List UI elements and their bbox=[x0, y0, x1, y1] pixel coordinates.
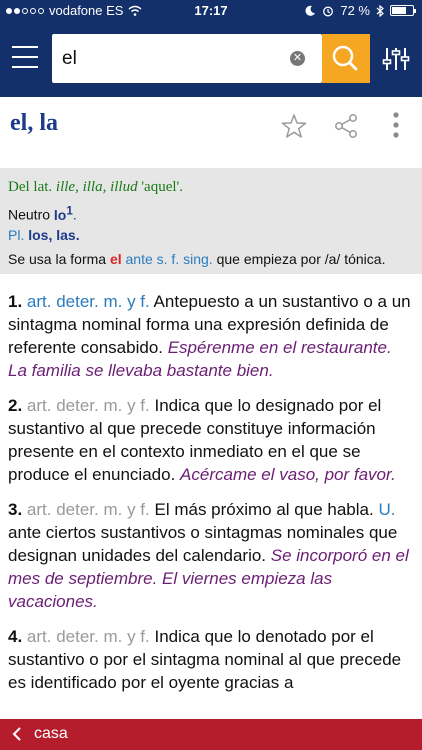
grammar-abbr[interactable]: art. deter. m. y f. bbox=[27, 500, 150, 519]
moon-icon bbox=[305, 5, 316, 16]
definition-number: 3. bbox=[8, 500, 23, 519]
neutral-label: Neutro bbox=[8, 206, 54, 223]
etymology-prefix: Del lat. bbox=[8, 179, 56, 195]
related-word-label: casa bbox=[34, 725, 68, 742]
definition-2: 2. art. deter. m. y f. Indica que lo des… bbox=[8, 394, 414, 486]
etymology-latin: ille, illa, illud bbox=[55, 179, 138, 195]
menu-icon[interactable] bbox=[12, 46, 38, 68]
grammar-abbr[interactable]: art. deter. m. y f. bbox=[27, 396, 150, 415]
definition-number: 4. bbox=[8, 627, 23, 646]
plural-line: Pl. los, las. bbox=[8, 224, 414, 248]
definition-example: Acércame el vaso, por favor. bbox=[180, 465, 396, 484]
battery-fill bbox=[392, 7, 407, 14]
star-icon[interactable] bbox=[281, 113, 307, 144]
share-icon[interactable] bbox=[333, 113, 359, 144]
plural-abbr[interactable]: Pl. bbox=[8, 227, 24, 243]
search-button[interactable] bbox=[322, 34, 370, 83]
definitions-list: 1. art. deter. m. y f. Antepuesto a un s… bbox=[8, 290, 414, 706]
related-word-bar[interactable]: casa bbox=[0, 719, 422, 750]
battery-icon bbox=[390, 5, 416, 16]
usage-line: Se usa la forma el ante s. f. sing. que … bbox=[8, 248, 414, 272]
definition-1: 1. art. deter. m. y f. Antepuesto a un s… bbox=[8, 290, 414, 382]
definition-text: El más próximo al que habla. bbox=[154, 500, 379, 519]
filter-sliders-icon[interactable] bbox=[382, 46, 410, 72]
usage-form: el bbox=[109, 251, 122, 267]
search-box: ✕ bbox=[52, 34, 322, 83]
status-right: 72 % bbox=[305, 3, 416, 18]
chevron-left-icon bbox=[12, 727, 21, 741]
search-input[interactable] bbox=[52, 34, 288, 83]
battery-percent: 72 % bbox=[340, 3, 370, 18]
grammar-abbr[interactable]: art. deter. m. y f. bbox=[27, 627, 150, 646]
search-header: ✕ bbox=[0, 22, 422, 97]
clear-icon[interactable]: ✕ bbox=[290, 51, 305, 66]
etymology-box: Del lat. ille, illa, illud 'aquel'. Neut… bbox=[0, 168, 422, 274]
plural-words: los, las. bbox=[24, 227, 80, 243]
grammar-abbr[interactable]: art. deter. m. y f. bbox=[27, 292, 150, 311]
definition-number: 1. bbox=[8, 292, 23, 311]
bluetooth-icon bbox=[376, 4, 384, 17]
neutral-line: Neutro lo1. bbox=[8, 204, 77, 223]
etymology-line: Del lat. ille, illa, illud 'aquel'. bbox=[8, 176, 414, 200]
more-vertical-icon[interactable] bbox=[390, 111, 402, 146]
search-icon bbox=[332, 45, 358, 71]
entry-headword: el, la bbox=[10, 110, 58, 136]
usage-text-end: que empieza por /a/ tónica. bbox=[212, 251, 386, 267]
status-bar: vodafone ES 17:17 72 % bbox=[0, 0, 422, 22]
alarm-icon bbox=[323, 6, 334, 16]
definition-3: 3. art. deter. m. y f. El más próximo al… bbox=[8, 498, 414, 613]
usage-abbr[interactable]: U. bbox=[378, 500, 395, 519]
usage-text: Se usa la forma bbox=[8, 251, 110, 267]
neutral-link[interactable]: lo1 bbox=[54, 204, 73, 223]
definition-number: 2. bbox=[8, 396, 23, 415]
definition-4: 4. art. deter. m. y f. Indica que lo den… bbox=[8, 625, 414, 694]
usage-abbr[interactable]: ante s. f. sing. bbox=[122, 251, 213, 267]
etymology-meaning: 'aquel'. bbox=[137, 179, 183, 195]
